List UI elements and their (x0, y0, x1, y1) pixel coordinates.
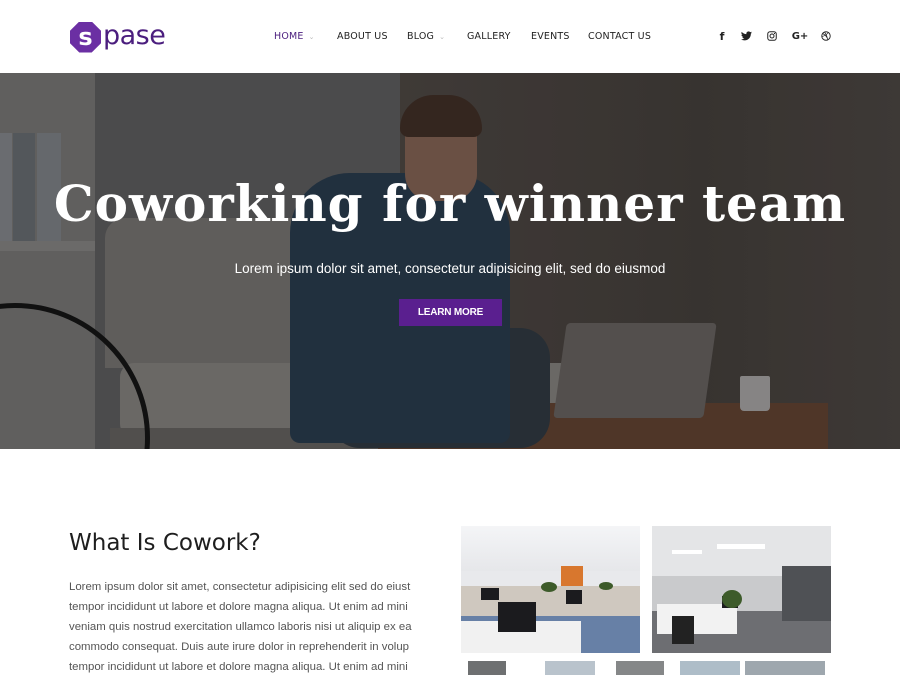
office-photo-thumb[interactable] (745, 661, 825, 675)
nav-label: CONTACT US (588, 31, 652, 42)
about-text-line: tempor incididunt ut labore et dolore ma… (69, 601, 408, 613)
nav-item-contact-us[interactable]: CONTACT US (588, 31, 651, 42)
instagram-icon[interactable] (765, 29, 779, 43)
hero-banner: Coworking for winner team Lorem ipsum do… (0, 73, 900, 449)
nav-label: GALLERY (467, 31, 511, 42)
photo-plant (599, 582, 613, 590)
office-photo-open-space[interactable] (652, 526, 831, 653)
office-photo-cubicles[interactable] (461, 526, 640, 653)
about-text-line: Lorem ipsum dolor sit amet, consectetur … (69, 581, 411, 593)
nav-label: EVENTS (531, 31, 570, 42)
nav-item-gallery[interactable]: GALLERY (467, 31, 511, 42)
google-plus-icon[interactable]: G+ (791, 29, 809, 43)
nav-label: BLOG (407, 31, 435, 42)
logo-badge-icon: s (70, 21, 101, 53)
hero-title: Coworking for winner team (53, 174, 847, 233)
chevron-down-icon: ⌄ (439, 32, 446, 41)
photo-monitor (498, 602, 536, 632)
office-photo-thumb[interactable] (545, 661, 595, 675)
hero-subtitle: Lorem ipsum dolor sit amet, consectetur … (234, 261, 666, 276)
photo-orange-wall (561, 566, 583, 586)
photo-monitor (481, 588, 499, 600)
photo-ceiling (461, 526, 640, 571)
logo[interactable]: s pase (70, 19, 166, 54)
office-photo-thumb[interactable] (616, 661, 664, 675)
nav-item-events[interactable]: EVENTS (531, 31, 570, 42)
nav-item-about-us[interactable]: ABOUT US (337, 31, 388, 42)
about-text-line: commodo consequat. Duis aute irure dolor… (69, 641, 410, 653)
dribbble-icon[interactable] (819, 29, 833, 43)
photo-chair (672, 616, 694, 644)
twitter-icon[interactable] (739, 29, 753, 43)
office-photo-thumb[interactable] (680, 661, 740, 675)
about-body: Lorem ipsum dolor sit amet, consectetur … (69, 577, 412, 675)
office-photo-thumb[interactable] (468, 661, 506, 675)
about-text-line: tempor incididunt ut labore et dolore ma… (69, 661, 408, 673)
about-text-line: veniam quis nostrud exercitation ullamco… (69, 621, 412, 633)
photo-ceiling-light (672, 550, 702, 554)
logo-text: pase (103, 19, 166, 51)
nav-item-blog[interactable]: BLOG ⌄ (407, 31, 445, 42)
photo-glass-room (782, 566, 831, 621)
photo-plant (541, 582, 557, 592)
photo-desk (657, 604, 737, 634)
photo-plant (722, 590, 742, 608)
facebook-icon[interactable]: f (715, 29, 729, 43)
photo-ceiling-light (717, 544, 765, 549)
photo-monitor (566, 590, 582, 604)
chevron-down-icon: ⌄ (308, 32, 315, 41)
nav-item-home[interactable]: HOME ⌄ (274, 31, 315, 42)
nav-label: ABOUT US (337, 31, 388, 42)
nav-label: HOME (274, 31, 304, 42)
learn-more-button[interactable]: LEARN MORE (399, 299, 502, 326)
site-header: s pase HOME ⌄ ABOUT US BLOG ⌄ GALLERY EV… (0, 0, 900, 73)
about-title: What Is Cowork? (69, 530, 261, 556)
